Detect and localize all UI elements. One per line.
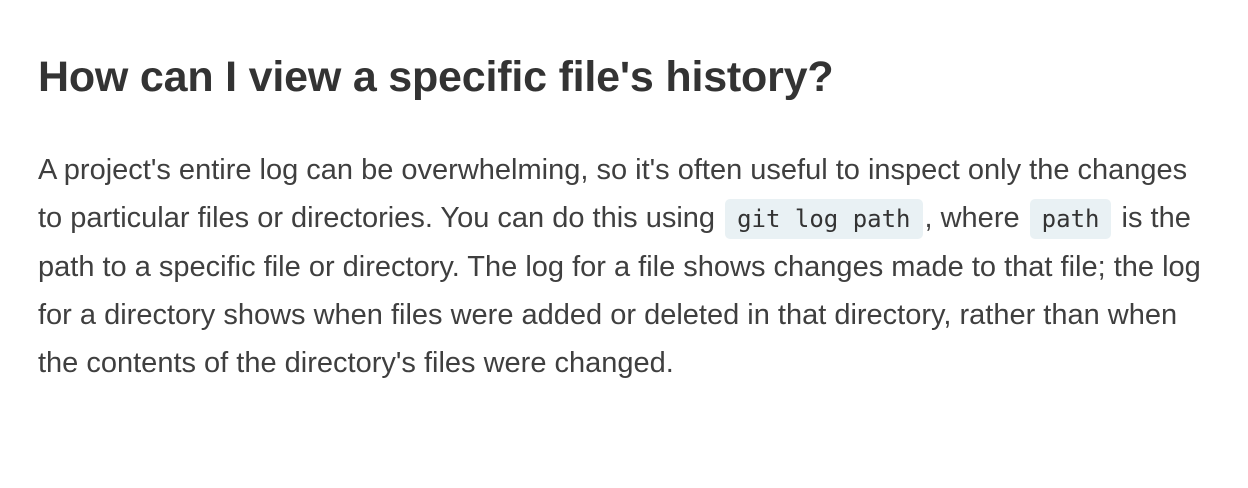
body-paragraph: A project's entire log can be overwhelmi…	[38, 146, 1208, 387]
inline-code-path: path	[1029, 199, 1112, 239]
section-heading: How can I view a specific file's history…	[38, 53, 834, 101]
article-section: How can I view a specific file's history…	[38, 46, 1208, 387]
paragraph-text-2: , where	[924, 202, 1020, 234]
inline-code-git-log-path: git log path	[725, 199, 923, 239]
